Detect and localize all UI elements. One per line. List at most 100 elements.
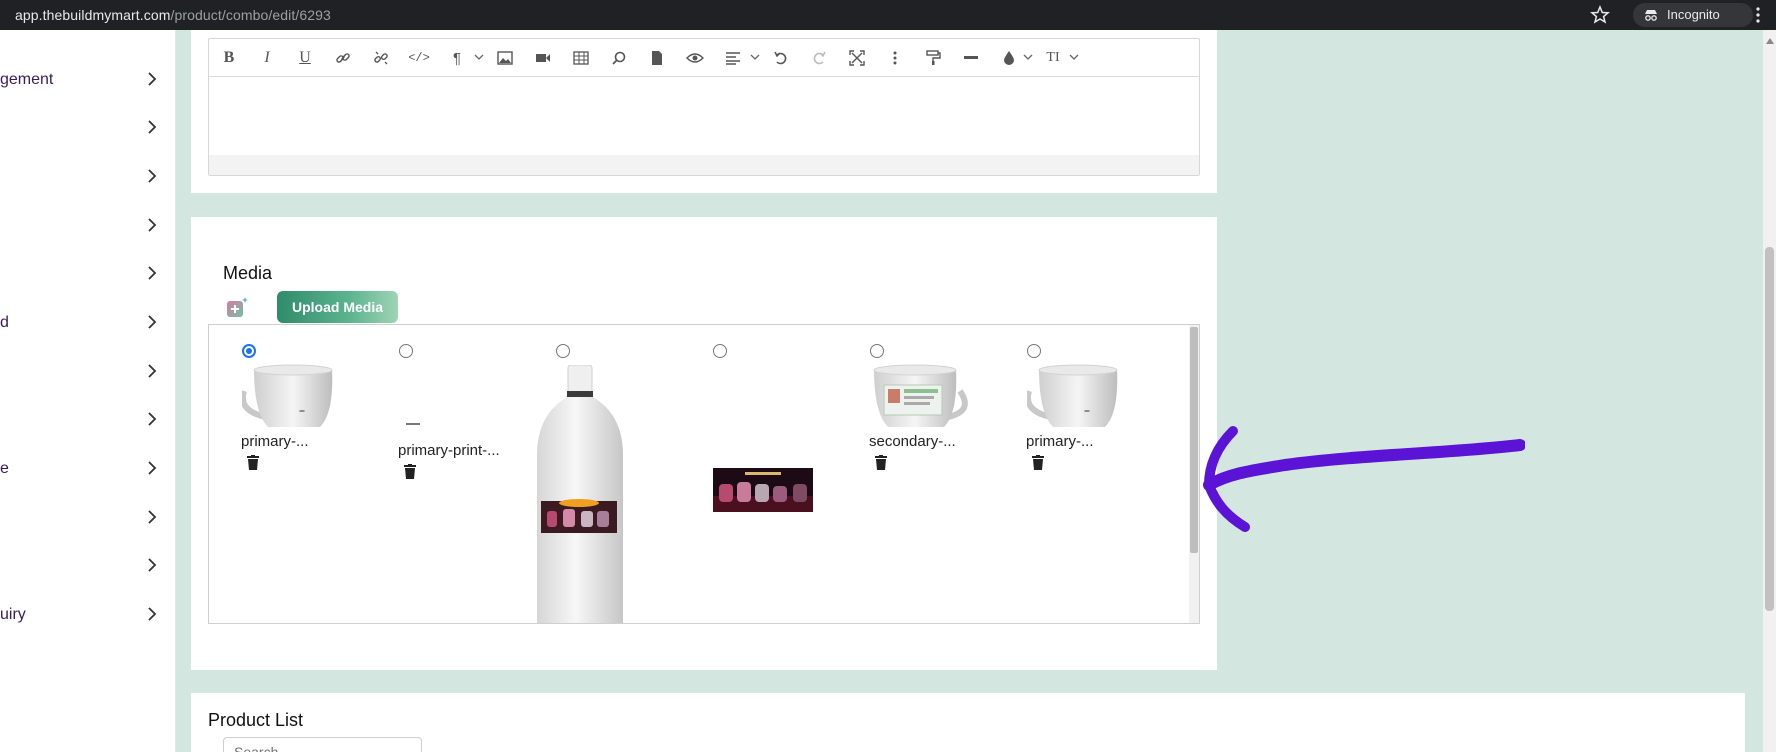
chevron-down-icon[interactable]: [750, 53, 760, 61]
underline-icon[interactable]: U: [295, 48, 315, 68]
chevron-right-icon: [148, 315, 157, 329]
media-select-radio[interactable]: [713, 344, 727, 358]
sidebar-item[interactable]: [0, 551, 176, 581]
document-icon[interactable]: [647, 48, 667, 68]
upload-media-button[interactable]: Upload Media: [277, 291, 398, 323]
media-select-radio[interactable]: [870, 344, 884, 358]
media-item[interactable]: primary-...: [994, 325, 1144, 623]
chevron-right-icon: [148, 364, 157, 378]
fullscreen-icon[interactable]: [847, 48, 867, 68]
url-host: app.thebuildmymart.com: [15, 7, 171, 23]
media-item-name: primary-...: [241, 433, 309, 450]
sidebar-item[interactable]: [0, 259, 176, 289]
sidebar-item[interactable]: gement: [0, 65, 176, 95]
video-icon[interactable]: [533, 48, 553, 68]
sidebar: gement d e uiry: [0, 30, 176, 752]
horizontal-rule-icon[interactable]: [961, 48, 981, 68]
chevron-right-icon: [148, 558, 157, 572]
trash-icon[interactable]: [1032, 455, 1044, 470]
media-item[interactable]: secondary-...: [837, 325, 987, 623]
sidebar-item-label: uiry: [0, 606, 26, 623]
media-item-name: primary-print-...: [398, 442, 500, 459]
preview-icon[interactable]: [685, 48, 705, 68]
editor-content-area[interactable]: [209, 77, 1199, 155]
media-select-radio[interactable]: [399, 344, 413, 358]
sidebar-item[interactable]: d: [0, 308, 176, 338]
sidebar-item[interactable]: [0, 405, 176, 435]
find-icon[interactable]: [609, 48, 629, 68]
page-scroll-thumb[interactable]: [1765, 247, 1774, 611]
redo-icon[interactable]: [809, 48, 829, 68]
banner-thumbnail: [713, 468, 813, 512]
product-list-title: Product List: [208, 710, 304, 730]
image-icon[interactable]: [495, 48, 515, 68]
sidebar-item[interactable]: uiry: [0, 600, 176, 630]
bold-icon[interactable]: B: [219, 48, 239, 68]
browser-menu-icon[interactable]: [1748, 6, 1768, 24]
media-gallery: primary-... primary-print-... secondary-…: [208, 324, 1200, 624]
paragraph-icon[interactable]: ¶: [447, 48, 467, 68]
sidebar-item-label: e: [0, 460, 9, 477]
sidebar-item[interactable]: [0, 113, 176, 143]
chevron-down-icon[interactable]: [474, 53, 484, 61]
add-media-icon[interactable]: [225, 295, 249, 319]
trash-icon[interactable]: [875, 455, 887, 470]
url-path: /product/combo/edit/6293: [170, 7, 331, 23]
scroll-up-icon[interactable]: [1766, 38, 1774, 44]
media-item[interactable]: [523, 325, 673, 623]
trash-icon[interactable]: [247, 455, 259, 470]
address-bar[interactable]: app.thebuildmymart.com/product/combo/edi…: [15, 7, 331, 23]
chevron-right-icon: [148, 120, 157, 134]
media-item-name: secondary-...: [869, 433, 956, 450]
media-select-radio[interactable]: [242, 344, 256, 358]
media-item-name: primary-...: [1026, 433, 1094, 450]
mug-thumbnail: [242, 364, 333, 427]
sidebar-item[interactable]: [0, 503, 176, 533]
media-section-title: Media: [223, 263, 273, 283]
chevron-right-icon: [148, 607, 157, 621]
label-thumbnail: [406, 423, 420, 425]
chevron-right-icon: [148, 461, 157, 475]
format-painter-icon[interactable]: [923, 48, 943, 68]
chevron-right-icon: [148, 169, 157, 183]
media-item[interactable]: [680, 325, 830, 623]
annotation-arrow: [1203, 426, 1525, 532]
sidebar-item-label: gement: [0, 71, 54, 88]
editor-status-bar: [209, 155, 1199, 175]
table-icon[interactable]: [571, 48, 591, 68]
mug-print-thumbnail: [873, 364, 968, 427]
link-icon[interactable]: [333, 48, 353, 68]
align-icon[interactable]: [723, 48, 743, 68]
sidebar-item[interactable]: [0, 211, 176, 241]
sidebar-item[interactable]: [0, 357, 176, 387]
text-size-icon[interactable]: TI: [1043, 48, 1063, 68]
product-list-card: Product List: [191, 693, 1745, 752]
chevron-down-icon[interactable]: [1023, 53, 1033, 61]
page-scrollbar[interactable]: [1763, 30, 1776, 752]
bookmark-star-icon[interactable]: [1590, 5, 1610, 25]
code-view-icon[interactable]: </>: [408, 48, 430, 68]
incognito-label: Incognito: [1667, 7, 1720, 22]
media-select-radio[interactable]: [1027, 344, 1041, 358]
media-card: Media Upload Media primary-... primary-p…: [191, 217, 1217, 670]
incognito-icon: [1645, 10, 1657, 21]
chevron-right-icon: [148, 266, 157, 280]
media-select-radio[interactable]: [556, 344, 570, 358]
sidebar-item[interactable]: e: [0, 454, 176, 484]
undo-icon[interactable]: [771, 48, 791, 68]
chevron-right-icon: [148, 412, 157, 426]
chevron-right-icon: [148, 218, 157, 232]
media-item[interactable]: primary-print-...: [366, 325, 516, 623]
chevron-down-icon[interactable]: [1069, 53, 1079, 61]
chevron-right-icon: [148, 510, 157, 524]
media-item[interactable]: primary-...: [209, 325, 359, 623]
italic-icon[interactable]: I: [257, 48, 277, 68]
trash-icon[interactable]: [404, 464, 416, 479]
more-icon[interactable]: [885, 48, 905, 68]
unlink-icon[interactable]: [371, 48, 391, 68]
incognito-indicator[interactable]: Incognito: [1633, 3, 1753, 27]
text-color-icon[interactable]: [999, 48, 1019, 68]
chevron-right-icon: [148, 72, 157, 86]
sidebar-item[interactable]: [0, 162, 176, 192]
product-search-input[interactable]: [223, 737, 422, 752]
